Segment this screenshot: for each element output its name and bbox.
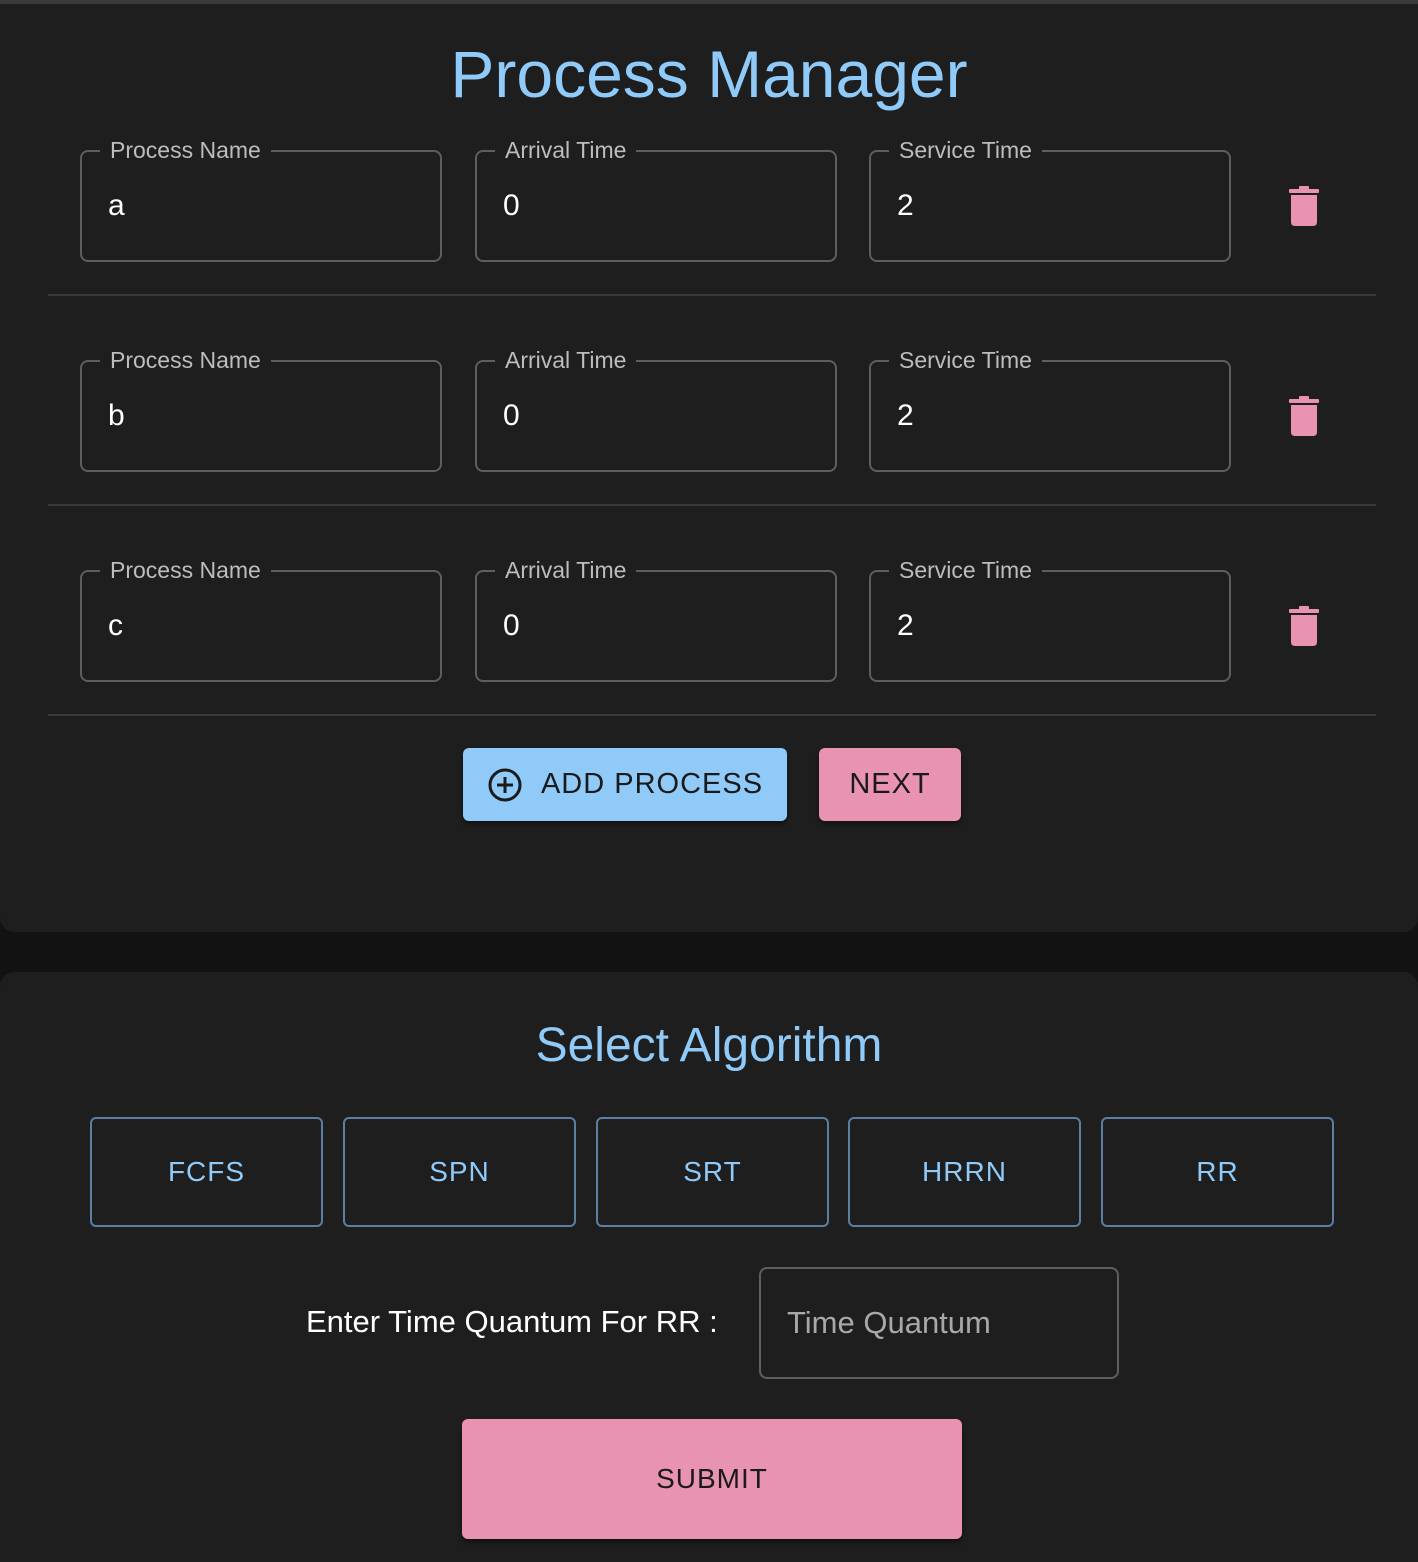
algo-button-hrrn[interactable]: HRRN xyxy=(848,1117,1081,1227)
algo-button-rr[interactable]: RR xyxy=(1101,1117,1334,1227)
service-time-field[interactable]: Service Time 2 xyxy=(869,136,1231,262)
process-name-label: Process Name xyxy=(100,346,271,374)
arrival-time-label: Arrival Time xyxy=(495,346,637,374)
arrival-time-field[interactable]: Arrival Time 0 xyxy=(475,556,837,682)
process-row: Process Name b Arrival Time 0 Service Ti… xyxy=(48,296,1376,506)
service-time-label: Service Time xyxy=(889,346,1042,374)
trash-icon[interactable] xyxy=(1288,396,1320,436)
process-name-label: Process Name xyxy=(100,556,271,584)
process-name-value: a xyxy=(108,189,125,222)
service-time-label: Service Time xyxy=(889,136,1042,164)
trash-icon[interactable] xyxy=(1288,606,1320,646)
add-process-label: ADD PROCESS xyxy=(540,768,764,800)
process-name-field[interactable]: Process Name a xyxy=(80,136,442,262)
process-name-label: Process Name xyxy=(100,136,271,164)
process-name-value: b xyxy=(108,399,125,432)
process-name-field[interactable]: Process Name b xyxy=(80,346,442,472)
algo-button-fcfs[interactable]: FCFS xyxy=(90,1117,323,1227)
service-time-value: 2 xyxy=(897,189,914,222)
time-quantum-placeholder: Time Quantum xyxy=(787,1305,991,1340)
process-row: Process Name a Arrival Time 0 Service Ti… xyxy=(48,86,1376,296)
service-time-label: Service Time xyxy=(889,556,1042,584)
trash-icon[interactable] xyxy=(1288,186,1320,226)
process-name-field[interactable]: Process Name c xyxy=(80,556,442,682)
algorithm-title: Select Algorithm xyxy=(535,1019,883,1072)
arrival-time-field[interactable]: Arrival Time 0 xyxy=(475,136,837,262)
arrival-time-label: Arrival Time xyxy=(495,556,637,584)
arrival-time-field[interactable]: Arrival Time 0 xyxy=(475,346,837,472)
add-circle-icon xyxy=(488,768,522,801)
arrival-time-value: 0 xyxy=(503,189,520,222)
time-quantum-label: Enter Time Quantum For RR : xyxy=(306,1304,718,1339)
arrival-time-value: 0 xyxy=(503,609,520,642)
add-process-button[interactable]: ADD PROCESS xyxy=(463,748,787,821)
service-time-field[interactable]: Service Time 2 xyxy=(869,556,1231,682)
submit-button[interactable]: SUBMIT xyxy=(462,1419,962,1539)
time-quantum-input[interactable]: Time Quantum xyxy=(759,1267,1119,1379)
next-button[interactable]: NEXT xyxy=(819,748,961,821)
algo-button-spn[interactable]: SPN xyxy=(343,1117,576,1227)
arrival-time-label: Arrival Time xyxy=(495,136,637,164)
service-time-value: 2 xyxy=(897,399,914,432)
algo-button-srt[interactable]: SRT xyxy=(596,1117,829,1227)
process-name-value: c xyxy=(108,609,123,642)
service-time-value: 2 xyxy=(897,609,914,642)
arrival-time-value: 0 xyxy=(503,399,520,432)
service-time-field[interactable]: Service Time 2 xyxy=(869,346,1231,472)
process-row: Process Name c Arrival Time 0 Service Ti… xyxy=(48,506,1376,716)
